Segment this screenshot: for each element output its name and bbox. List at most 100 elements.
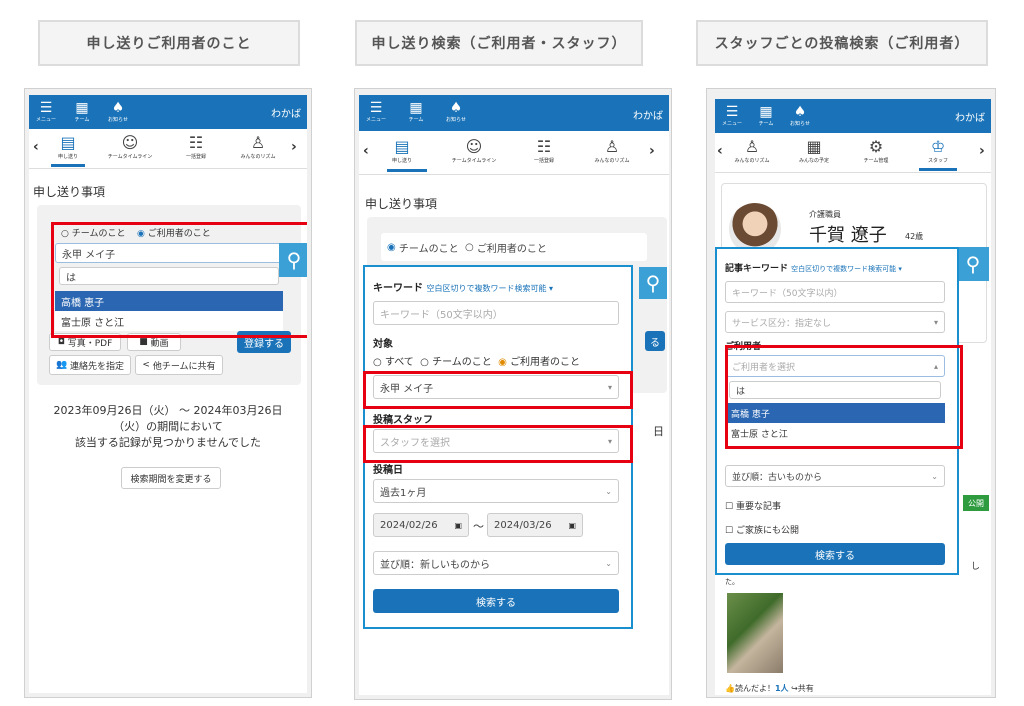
- search-button[interactable]: 検索する: [725, 543, 945, 565]
- keyword-hint-link[interactable]: 空白区切りで複数ワード検索可能: [791, 265, 896, 273]
- nav-bulk-register[interactable]: ☷ 一括登録: [517, 137, 571, 164]
- nav-bulk-register[interactable]: ☷ 一括登録: [169, 133, 223, 160]
- peek-text-b: た。: [725, 578, 739, 586]
- phone-screenshot-3: ☰ メニュー ▦ チーム ♠ お知らせ わかば ‹ ♙ みんなのリズム ▦ みんなの予定 …: [706, 88, 996, 698]
- nav-team-admin[interactable]: ⚙ チーム管理: [849, 137, 903, 164]
- menu-button[interactable]: ☰ メニュー: [363, 99, 389, 123]
- bell-icon: ♠: [449, 100, 463, 116]
- grid-icon: ▦: [759, 104, 773, 120]
- team-button[interactable]: ▦ チーム: [403, 99, 429, 123]
- family-checkbox[interactable]: ☐ ご家族にも公開: [725, 523, 799, 536]
- family-label: ご家族にも公開: [735, 526, 799, 536]
- search-icon[interactable]: ⚲: [957, 247, 989, 281]
- sort-value: 並び順：古いものから: [732, 472, 823, 483]
- team-label: チーム: [758, 121, 774, 127]
- like-button[interactable]: 読んだよ！: [735, 684, 775, 693]
- share-team-button[interactable]: < 他チームに共有: [135, 355, 223, 375]
- radio-user-label[interactable]: ご利用者のこと: [477, 240, 547, 255]
- radio-checked-icon: ◉: [498, 357, 507, 368]
- notify-label: お知らせ: [108, 117, 128, 123]
- contact-button[interactable]: 👥 連絡先を指定: [49, 355, 131, 375]
- chevron-right-icon[interactable]: ›: [979, 143, 985, 159]
- share-icon: ↪: [791, 684, 798, 693]
- date-from-input[interactable]: 2024/02/26 ▣: [373, 513, 469, 537]
- person-clock-icon: ♙: [250, 133, 266, 152]
- nav-label: みんなのリズム: [734, 158, 770, 164]
- nav-handover[interactable]: ▤ 申し送り: [41, 133, 95, 160]
- peek-text: 日: [653, 425, 664, 438]
- radio-team-label[interactable]: チームのこと: [399, 240, 459, 255]
- highlight-box: [51, 222, 307, 338]
- keyword-label: キーワード 空白区切りで複数ワード検索可能 ▾: [373, 279, 553, 294]
- post-photo[interactable]: [727, 593, 783, 673]
- nav-everyone-rhythm[interactable]: ♙ みんなのリズム: [585, 137, 639, 164]
- service-select[interactable]: サービス区分：指定なし ▾: [725, 311, 945, 333]
- nav-everyone-schedule[interactable]: ▦ みんなの予定: [787, 137, 841, 164]
- app-topbar: ☰ メニュー ▦ チーム ♠ お知らせ わかば: [359, 95, 669, 131]
- like-count[interactable]: 1人: [775, 684, 789, 693]
- user-name[interactable]: わかば: [271, 105, 301, 120]
- grid-icon: ▦: [75, 100, 89, 116]
- hamburger-icon: ☰: [39, 100, 53, 116]
- target-user[interactable]: ご利用者のこと: [510, 357, 580, 368]
- nav-team-timeline[interactable]: ☺ チームタイムライン: [103, 133, 157, 160]
- sort-select[interactable]: 並び順：新しいものから ⌄: [373, 551, 619, 575]
- target-all[interactable]: すべて: [385, 357, 414, 368]
- notify-button[interactable]: ♠ お知らせ: [787, 103, 813, 127]
- keyword-hint-link[interactable]: 空白区切りで複数ワード検索可能: [426, 284, 546, 293]
- target-team[interactable]: チームのこと: [432, 357, 492, 368]
- nav-staff[interactable]: ♔ スタッフ: [911, 137, 965, 164]
- search-icon[interactable]: ⚲: [639, 267, 667, 299]
- notify-button[interactable]: ♠ お知らせ: [443, 99, 469, 123]
- nav-label: 申し送り: [57, 154, 78, 160]
- nav-label: 申し送り: [391, 158, 412, 164]
- menu-button[interactable]: ☰ メニュー: [719, 103, 745, 127]
- range-select[interactable]: 過去1ヶ月 ⌄: [373, 479, 619, 503]
- header-staff-post-search: スタッフごとの投稿検索（ご利用者）: [696, 20, 988, 66]
- nav-label: みんなの予定: [798, 158, 829, 164]
- post-actions: 👍読んだよ！1人 ↪共有: [725, 683, 814, 694]
- team-button[interactable]: ▦ チーム: [69, 99, 95, 123]
- keyword-input[interactable]: キーワード（50文字以内）: [373, 301, 619, 325]
- chevron-left-icon[interactable]: ‹: [33, 139, 39, 155]
- hamburger-icon: ☰: [725, 104, 739, 120]
- change-period-button[interactable]: 検索期間を変更する: [121, 467, 221, 489]
- share-button[interactable]: 共有: [798, 684, 814, 693]
- chevron-right-icon[interactable]: ›: [291, 139, 297, 155]
- date-to-input[interactable]: 2024/03/26 ▣: [487, 513, 583, 537]
- nav-team-timeline[interactable]: ☺ チームタイムライン: [447, 137, 501, 164]
- team-label: チーム: [408, 117, 424, 123]
- highlight-user: [363, 371, 633, 409]
- range-tilde: 〜: [473, 520, 484, 533]
- page-title: 申し送り事項: [33, 185, 106, 199]
- nav-label: みんなのリズム: [240, 154, 276, 160]
- team-button[interactable]: ▦ チーム: [753, 103, 779, 127]
- page-title: 申し送り事項: [365, 197, 438, 211]
- nav-handover[interactable]: ▤ 申し送り: [375, 137, 429, 164]
- app-topbar: ☰ メニュー ▦ チーム ♠ お知らせ わかば: [715, 99, 991, 133]
- clipboard-icon: ▤: [60, 133, 76, 152]
- important-label: 重要な記事: [735, 502, 781, 512]
- nav-label: 一括登録: [533, 158, 554, 164]
- peek-button[interactable]: る: [645, 331, 665, 351]
- chevron-left-icon[interactable]: ‹: [717, 143, 723, 159]
- important-checkbox[interactable]: ☐ 重要な記事: [725, 499, 781, 512]
- chevron-right-icon[interactable]: ›: [649, 143, 655, 159]
- period-line-3: 該当する記録が見つかりませんでした: [74, 436, 262, 449]
- keyword-input[interactable]: キーワード（50文字以内）: [725, 281, 945, 303]
- menu-button[interactable]: ☰ メニュー: [33, 99, 59, 123]
- keyword-label-text: 記事キーワード: [725, 264, 789, 274]
- chevron-left-icon[interactable]: ‹: [363, 143, 369, 159]
- sort-select[interactable]: 並び順：古いものから ⌄: [725, 465, 945, 487]
- date-label: 投稿日: [373, 465, 403, 476]
- nav-everyone-rhythm[interactable]: ♙ みんなのリズム: [725, 137, 779, 164]
- range-value: 過去1ヶ月: [380, 487, 427, 499]
- user-name[interactable]: わかば: [955, 109, 985, 124]
- search-button[interactable]: 検索する: [373, 589, 619, 613]
- notify-button[interactable]: ♠ お知らせ: [105, 99, 131, 123]
- person-clock-icon: ♙: [744, 137, 760, 156]
- user-name[interactable]: わかば: [633, 107, 663, 122]
- calendar-icon: ▣: [568, 520, 576, 530]
- nav-everyone-rhythm[interactable]: ♙ みんなのリズム: [231, 133, 285, 160]
- nav-label: チームタイムライン: [451, 158, 497, 164]
